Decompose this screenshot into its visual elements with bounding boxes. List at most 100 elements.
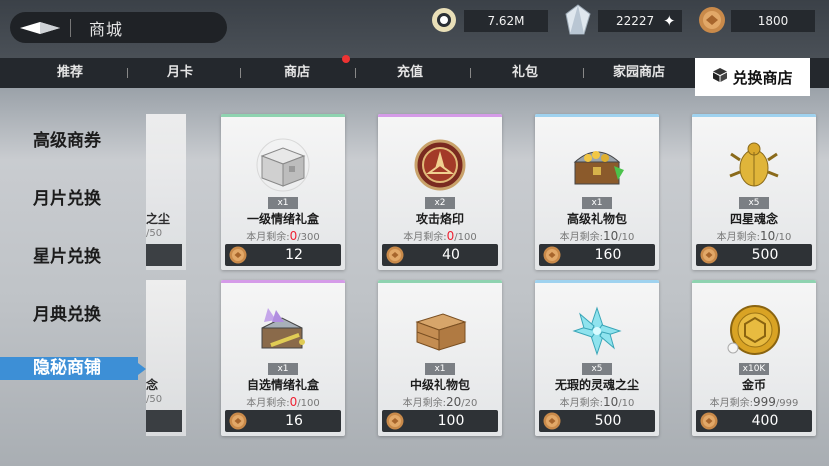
page-title: 商城 xyxy=(89,19,124,39)
cube-icon xyxy=(712,67,728,87)
card-accent-line xyxy=(221,280,345,283)
limit-total: /10 xyxy=(775,232,792,243)
partial-card-limit: /50 xyxy=(146,228,163,239)
buy-button[interactable]: 400 xyxy=(696,410,812,432)
tab-shop[interactable]: 商店 xyxy=(267,58,327,88)
item-price: 400 xyxy=(751,413,779,429)
gold-coin-icon xyxy=(543,412,561,434)
item-quantity: x1 xyxy=(425,363,455,375)
notification-dot xyxy=(342,55,350,63)
item-name: 高级礼物包 xyxy=(566,212,627,226)
gold-medal-icon xyxy=(719,302,789,360)
buy-button[interactable]: 16 xyxy=(225,410,341,432)
tab-monthly-card[interactable]: 月卡 xyxy=(150,58,210,88)
shop-item-card[interactable]: x1 自选情绪礼盒本月剩余:0/100 16 xyxy=(221,280,345,436)
item-quantity: x5 xyxy=(739,197,769,209)
buy-button[interactable]: 500 xyxy=(696,244,812,266)
item-quantity: x10K xyxy=(739,363,769,375)
title-pill: 商城 xyxy=(10,12,227,43)
soul-crystal-icon xyxy=(562,302,632,360)
monthly-limit: 本月剩余:999/999 xyxy=(692,394,816,409)
sidebar-item-premium-voucher[interactable]: 高级商券 xyxy=(33,126,101,151)
buy-button[interactable]: 500 xyxy=(539,410,655,432)
monthly-limit: 本月剩余:10/10 xyxy=(535,228,659,243)
attack-emblem-icon xyxy=(405,136,475,194)
tab-exchange-shop-label: 兑换商店 xyxy=(732,68,793,87)
tab-home-shop[interactable]: 家园商店 xyxy=(602,58,676,88)
partial-card-name: 念 xyxy=(146,378,159,392)
gold-coin-icon xyxy=(229,246,247,268)
shop-item-card[interactable]: x1 一级情绪礼盒 本月剩余:0/300 12 xyxy=(221,114,345,270)
limit-total: /100 xyxy=(297,398,320,409)
item-price: 100 xyxy=(437,413,465,429)
card-accent-line xyxy=(692,114,816,117)
item-name: 四星魂念 xyxy=(729,212,778,226)
limit-label: 本月剩余: xyxy=(716,232,760,243)
crystal-icon xyxy=(564,4,592,35)
partial-card-price xyxy=(146,244,182,266)
buy-button[interactable]: 40 xyxy=(382,244,498,266)
back-arrow-icon[interactable] xyxy=(10,12,70,43)
currency-coin-value: 1800 xyxy=(731,10,815,32)
limit-label: 本月剩余: xyxy=(402,398,446,409)
tab-gift-pack[interactable]: 礼包 xyxy=(495,58,555,88)
sidebar-item-moon-shard-exchange[interactable]: 月片兑换 xyxy=(33,184,101,209)
card-accent-line xyxy=(692,280,816,283)
buy-button[interactable]: 12 xyxy=(225,244,341,266)
monthly-limit: 本月剩余:0/100 xyxy=(221,394,345,409)
crystal-amount: 22227 xyxy=(616,14,655,28)
limit-remaining: 10 xyxy=(603,229,619,243)
shop-item-card[interactable]: x5 无瑕的灵魂之尘 本月剩余:10/10 500 xyxy=(535,280,659,436)
tab-recommend[interactable]: 推荐 xyxy=(40,58,100,88)
partial-card[interactable]: 念 /50 xyxy=(146,280,186,436)
gold-coin-icon xyxy=(700,412,718,434)
monthly-limit: 本月剩余:0/300 xyxy=(221,228,345,243)
sidebar-item-star-shard-exchange[interactable]: 星片兑换 xyxy=(33,242,101,267)
gold-coin-icon xyxy=(698,6,726,34)
limit-label: 本月剩余: xyxy=(709,398,753,409)
monthly-limit: 本月剩余:0/100 xyxy=(378,228,502,243)
title-divider xyxy=(70,18,71,37)
gold-coin-icon xyxy=(543,246,561,268)
limit-label: 本月剩余: xyxy=(246,398,290,409)
tab-divider xyxy=(127,68,128,78)
item-price: 16 xyxy=(285,413,303,429)
buy-button[interactable]: 100 xyxy=(382,410,498,432)
sidebar-item-secret-shop[interactable]: 隐秘商铺 xyxy=(0,357,146,380)
limit-total: /10 xyxy=(618,232,635,243)
buy-button[interactable]: 160 xyxy=(539,244,655,266)
shop-item-card[interactable]: x1 高级礼物包 本月剩余:10/10 160 xyxy=(535,114,659,270)
shop-item-card[interactable]: x10K 金币本月剩余:999/999 400 xyxy=(692,280,816,436)
currency-ring-value: 7.62M xyxy=(464,10,548,32)
shop-item-card[interactable]: x5 四星魂念本月剩余:10/10 500 xyxy=(692,114,816,270)
item-name: 金币 xyxy=(741,378,766,392)
partial-card[interactable]: 之尘 /50 xyxy=(146,114,186,270)
gold-coin-icon xyxy=(386,246,404,268)
shop-item-card[interactable]: x2 攻击烙印 本月剩余:0/100 40 xyxy=(378,114,502,270)
sidebar-item-moon-codex-exchange[interactable]: 月典兑换 xyxy=(33,300,101,325)
gold-coin-icon xyxy=(229,412,247,434)
card-accent-line xyxy=(535,280,659,283)
limit-remaining: 20 xyxy=(446,395,462,409)
item-price: 500 xyxy=(751,247,779,263)
item-name: 自选情绪礼盒 xyxy=(246,378,319,392)
monthly-limit: 本月剩余:20/20 xyxy=(378,394,502,409)
monthly-limit: 本月剩余:10/10 xyxy=(692,228,816,243)
item-quantity: x1 xyxy=(268,363,298,375)
limit-total: /10 xyxy=(618,398,635,409)
wooden-box-icon xyxy=(405,302,475,360)
partial-card-name: 之尘 xyxy=(146,212,171,226)
item-price: 160 xyxy=(594,247,622,263)
tab-recharge[interactable]: 充值 xyxy=(380,58,440,88)
tab-exchange-shop[interactable]: 兑换商店 xyxy=(695,58,810,96)
gold-coin-icon xyxy=(700,246,718,268)
limit-total: /100 xyxy=(454,232,477,243)
limit-total: /300 xyxy=(297,232,320,243)
limit-total: /20 xyxy=(461,398,478,409)
item-quantity: x1 xyxy=(268,197,298,209)
golden-beetle-icon xyxy=(719,136,789,194)
shop-item-card[interactable]: x1 中级礼物包 本月剩余:20/20 100 xyxy=(378,280,502,436)
tab-divider xyxy=(240,68,241,78)
limit-label: 本月剩余: xyxy=(403,232,447,243)
add-crystal-icon[interactable]: ✦ xyxy=(663,12,676,30)
